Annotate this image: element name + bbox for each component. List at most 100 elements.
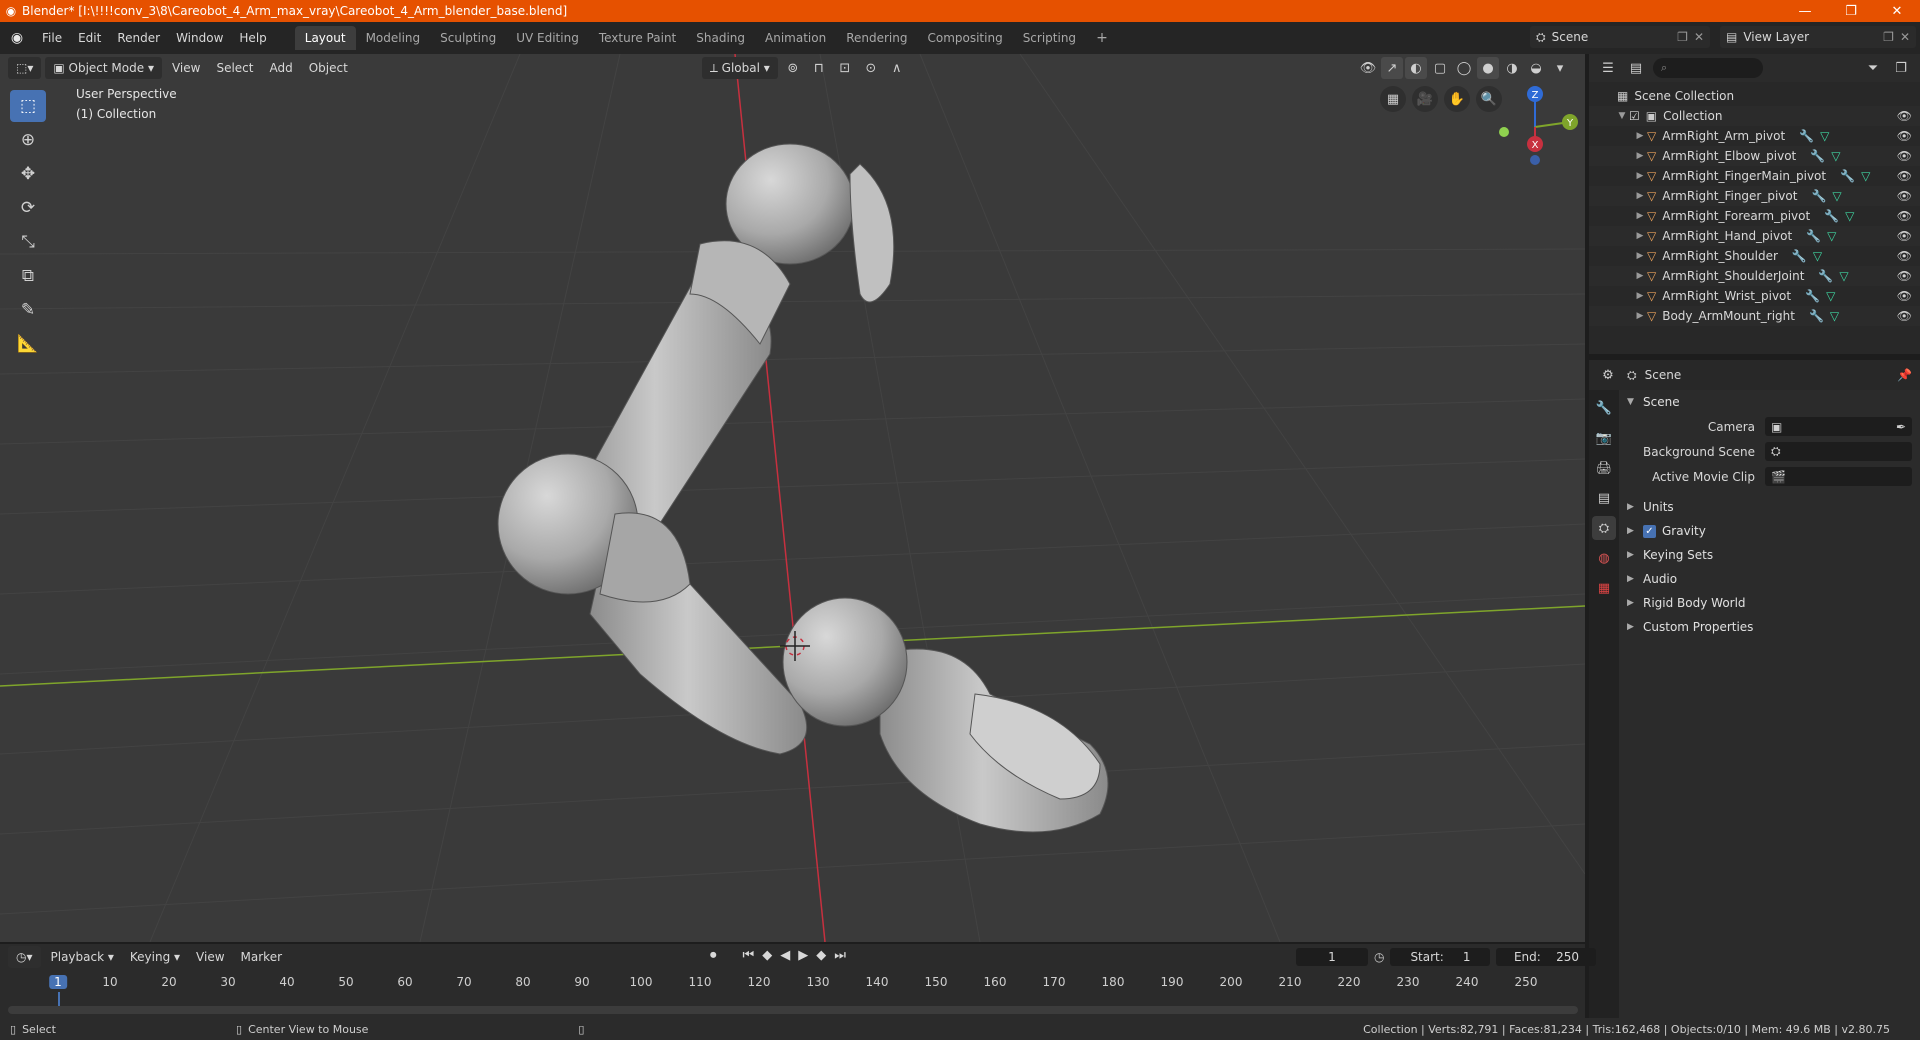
- end-frame-field[interactable]: End: 250: [1496, 948, 1597, 966]
- tab-scripting[interactable]: Scripting: [1013, 26, 1086, 50]
- scene-selector[interactable]: ⛭ Scene ❐ ✕: [1530, 26, 1710, 48]
- timeline-ruler[interactable]: 1 10 20 30 40 50 60 70 80 90 100 110 120 130 140 150 160…: [0, 972, 1585, 1006]
- eye-icon[interactable]: 👁: [1897, 129, 1912, 143]
- add-workspace-icon[interactable]: +: [1086, 26, 1118, 50]
- grid-view-icon[interactable]: ▦: [1380, 86, 1406, 112]
- playhead[interactable]: [58, 992, 60, 1006]
- view-layer-selector[interactable]: ▤ View Layer ❐ ✕: [1720, 26, 1916, 48]
- modifier-icon[interactable]: 🔧: [1805, 289, 1820, 303]
- eye-icon[interactable]: 👁: [1897, 249, 1912, 263]
- expand-arrow-icon[interactable]: ▶: [1633, 251, 1647, 261]
- tab-animation[interactable]: Animation: [755, 26, 836, 50]
- tab-uv-editing[interactable]: UV Editing: [506, 26, 589, 50]
- eye-icon[interactable]: 👁: [1897, 149, 1912, 163]
- menu-edit[interactable]: Edit: [70, 27, 109, 49]
- cursor-tool-icon[interactable]: ⊕: [10, 124, 46, 156]
- keying-sets-panel[interactable]: ▶ Keying Sets: [1623, 543, 1916, 567]
- menu-window[interactable]: Window: [168, 27, 231, 49]
- world-tab-icon[interactable]: ◍: [1592, 546, 1616, 570]
- jump-end-icon[interactable]: ⏭: [834, 948, 846, 963]
- menu-select[interactable]: Select: [210, 57, 259, 79]
- menu-add[interactable]: Add: [263, 57, 298, 79]
- gravity-checkbox[interactable]: ✓: [1643, 524, 1656, 538]
- modifier-icon[interactable]: 🔧: [1811, 189, 1826, 203]
- shading-options-icon[interactable]: ▾: [1549, 57, 1571, 79]
- mesh-data-icon[interactable]: ▽: [1820, 129, 1829, 143]
- outliner-object-row[interactable]: ▶ ▽ ArmRight_Wrist_pivot 🔧 ▽ 👁: [1589, 286, 1920, 306]
- mesh-data-icon[interactable]: ▽: [1845, 209, 1854, 223]
- play-reverse-icon[interactable]: ◀: [780, 948, 790, 963]
- outliner-editor-icon[interactable]: ☰: [1597, 57, 1619, 79]
- close-button[interactable]: ✕: [1874, 0, 1920, 22]
- menu-marker[interactable]: Marker: [235, 946, 288, 968]
- menu-view[interactable]: View: [166, 57, 206, 79]
- mesh-data-icon[interactable]: ▽: [1832, 189, 1841, 203]
- tool-tab-icon[interactable]: 🔧: [1592, 396, 1616, 420]
- start-frame-field[interactable]: Start: 1: [1390, 948, 1491, 966]
- render-tab-icon[interactable]: 📷: [1592, 426, 1616, 450]
- scene-panel-header[interactable]: ▼ Scene: [1623, 390, 1916, 414]
- scale-tool-icon[interactable]: ⤡: [10, 226, 46, 258]
- tab-texture-paint[interactable]: Texture Paint: [589, 26, 686, 50]
- expand-arrow-icon[interactable]: ▶: [1633, 191, 1647, 201]
- units-panel[interactable]: ▶ Units: [1623, 495, 1916, 519]
- eye-icon[interactable]: 👁: [1897, 209, 1912, 223]
- outliner-object-row[interactable]: ▶ ▽ ArmRight_Shoulder 🔧 ▽ 👁: [1589, 246, 1920, 266]
- eye-icon[interactable]: 👁: [1897, 169, 1912, 183]
- mesh-data-icon[interactable]: ▽: [1826, 289, 1835, 303]
- clock-icon[interactable]: ◷: [1374, 950, 1384, 964]
- expand-arrow-icon[interactable]: ▶: [1633, 231, 1647, 241]
- modifier-icon[interactable]: 🔧: [1799, 129, 1814, 143]
- xray-icon[interactable]: ▢: [1429, 57, 1451, 79]
- modifier-icon[interactable]: 🔧: [1810, 149, 1825, 163]
- play-icon[interactable]: ▶: [798, 948, 808, 963]
- new-scene-icon[interactable]: ❐: [1677, 30, 1688, 44]
- eye-icon[interactable]: 👁: [1897, 229, 1912, 243]
- modifier-icon[interactable]: 🔧: [1818, 269, 1833, 283]
- visibility-icon[interactable]: 👁: [1357, 57, 1379, 79]
- expand-arrow-icon[interactable]: ▶: [1633, 291, 1647, 301]
- expand-arrow-icon[interactable]: ▼: [1615, 111, 1629, 121]
- rendered-shading-icon[interactable]: ◒: [1525, 57, 1547, 79]
- mesh-data-icon[interactable]: ▽: [1813, 249, 1822, 263]
- snap-icon[interactable]: ⊓: [808, 57, 830, 79]
- blender-menu-icon[interactable]: ◉: [0, 30, 34, 46]
- axis-gizmo[interactable]: Z Y X: [1490, 82, 1580, 172]
- expand-arrow-icon[interactable]: ▶: [1633, 211, 1647, 221]
- pin-icon[interactable]: 📌: [1897, 368, 1912, 382]
- transform-tool-icon[interactable]: ⧉: [10, 260, 46, 292]
- modifier-icon[interactable]: 🔧: [1824, 209, 1839, 223]
- properties-editor-icon[interactable]: ⚙: [1597, 364, 1619, 386]
- outliner-object-row[interactable]: ▶ ▽ ArmRight_ShoulderJoint 🔧 ▽ 👁: [1589, 266, 1920, 286]
- solid-shading-icon[interactable]: ●: [1477, 57, 1499, 79]
- audio-panel[interactable]: ▶ Audio: [1623, 567, 1916, 591]
- mesh-data-icon[interactable]: ▽: [1861, 169, 1870, 183]
- rotate-tool-icon[interactable]: ⟳: [10, 192, 46, 224]
- eye-icon[interactable]: 👁: [1897, 109, 1912, 123]
- tab-layout[interactable]: Layout: [294, 26, 356, 50]
- wireframe-shading-icon[interactable]: ◯: [1453, 57, 1475, 79]
- move-tool-icon[interactable]: ✥: [10, 158, 46, 190]
- outliner-object-row[interactable]: ▶ ▽ ArmRight_Elbow_pivot 🔧 ▽ 👁: [1589, 146, 1920, 166]
- outliner-object-row[interactable]: ▶ ▽ ArmRight_Arm_pivot 🔧 ▽ 👁: [1589, 126, 1920, 146]
- mode-selector[interactable]: ▣ Object Mode ▾: [45, 57, 162, 79]
- modifier-icon[interactable]: 🔧: [1806, 229, 1821, 243]
- expand-arrow-icon[interactable]: ▶: [1633, 171, 1647, 181]
- rigid-body-world-panel[interactable]: ▶ Rigid Body World: [1623, 591, 1916, 615]
- outliner-search[interactable]: ⌕: [1653, 58, 1763, 78]
- transform-orientation[interactable]: ⟂ Global ▾: [701, 57, 778, 79]
- tab-shading[interactable]: Shading: [686, 26, 755, 50]
- remove-view-layer-icon[interactable]: ✕: [1900, 30, 1910, 44]
- material-shading-icon[interactable]: ◑: [1501, 57, 1523, 79]
- falloff-icon[interactable]: ∧: [886, 57, 908, 79]
- mesh-data-icon[interactable]: ▽: [1831, 149, 1840, 163]
- tab-sculpting[interactable]: Sculpting: [430, 26, 506, 50]
- modifier-icon[interactable]: 🔧: [1840, 169, 1855, 183]
- record-icon[interactable]: ⏺: [710, 948, 717, 963]
- outliner-object-row[interactable]: ▶ ▽ Body_ArmMount_right 🔧 ▽ 👁: [1589, 306, 1920, 326]
- tree-row-scene-collection[interactable]: ▦ Scene Collection: [1589, 86, 1920, 106]
- outliner-object-row[interactable]: ▶ ▽ ArmRight_Finger_pivot 🔧 ▽ 👁: [1589, 186, 1920, 206]
- display-mode-icon[interactable]: ▤: [1625, 57, 1647, 79]
- pivot-icon[interactable]: ⊚: [782, 57, 804, 79]
- tab-compositing[interactable]: Compositing: [917, 26, 1012, 50]
